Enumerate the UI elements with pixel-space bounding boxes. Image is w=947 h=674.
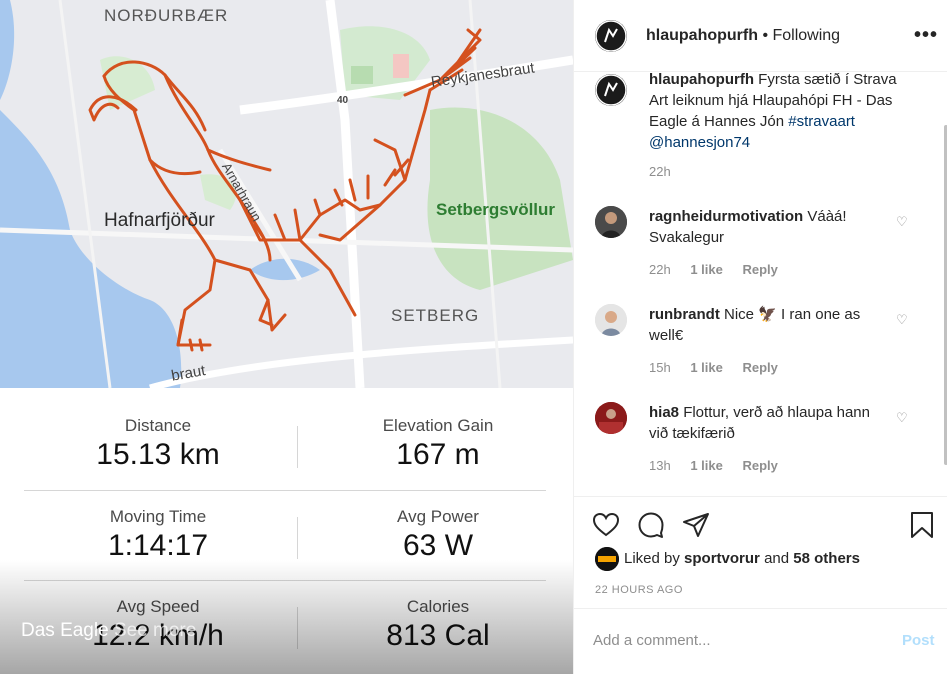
comment-likes[interactable]: 1 like <box>690 360 723 375</box>
stat-label: Avg Speed <box>116 597 200 616</box>
heart-icon[interactable] <box>592 511 620 539</box>
liked-by-user[interactable]: sportvorur <box>684 550 760 567</box>
reply-button[interactable]: Reply <box>742 360 777 375</box>
avatar[interactable] <box>595 547 619 571</box>
stat-label: Calories <box>406 597 470 616</box>
comment-time: 15h <box>649 360 671 375</box>
post-button[interactable]: Post <box>902 632 935 649</box>
caption-time: 22h <box>649 164 671 179</box>
header-user: hlaupahopurfh • Following <box>646 27 840 45</box>
map-label-road-40: 40 <box>337 95 349 106</box>
stat-value: 63 W <box>402 529 474 562</box>
route-map: NORÐURBÆR Hafnarfjörður Setbergsvöllur S… <box>0 0 573 388</box>
comment-meta: 22h 1 like Reply <box>649 262 794 277</box>
heart-icon[interactable]: ♡ <box>896 214 908 230</box>
comment-input[interactable]: Add a comment... <box>593 632 711 649</box>
hlaupahopur-logo-icon <box>595 20 627 52</box>
comment-meta: 13h 1 like Reply <box>649 458 794 473</box>
eagle-emoji-icon: 🦅 <box>758 306 777 323</box>
map-label-setberg: SETBERG <box>391 306 480 325</box>
stat-value: 1:14:17 <box>107 529 209 562</box>
stat-label: Moving Time <box>109 507 207 526</box>
comment-likes[interactable]: 1 like <box>690 262 723 277</box>
bookmark-icon[interactable] <box>908 511 936 539</box>
header-dot: • <box>762 27 773 44</box>
map-label-setbergsvollur: Setbergsvöllur <box>436 200 556 219</box>
post-actions: Liked by sportvorur and 58 others 22 HOU… <box>574 496 947 608</box>
likes-text: Liked by sportvorur and 58 others <box>624 550 860 567</box>
stat-avg-power: Avg Power 63 W <box>303 507 573 563</box>
mention-link[interactable]: @hannesjon74 <box>649 134 750 151</box>
user-photo-icon <box>595 206 627 238</box>
post-timestamp[interactable]: 22 HOURS AGO <box>595 584 683 596</box>
hashtag-link[interactable]: #stravaart <box>788 113 855 130</box>
divider <box>297 517 298 559</box>
divider <box>297 426 298 468</box>
divider <box>297 607 298 649</box>
comment-likes[interactable]: 1 like <box>690 458 723 473</box>
post-sidebar: hlaupahopurfh • Following ••• hlaupahopu… <box>573 0 947 674</box>
stat-calories: Calories 813 Cal <box>303 597 573 653</box>
user-photo-icon <box>595 402 627 434</box>
add-comment-bar: Add a comment... Post <box>574 608 947 674</box>
stat-distance: Distance 15.13 km <box>23 416 293 472</box>
reply-button[interactable]: Reply <box>742 262 777 277</box>
avatar[interactable] <box>595 206 627 238</box>
likes-and: and <box>764 550 790 567</box>
comment-username[interactable]: ragnheidurmotivation <box>649 208 803 225</box>
avatar[interactable] <box>595 402 627 434</box>
caption-meta: 22h <box>649 164 687 179</box>
likes-prefix: Liked by <box>624 550 680 567</box>
divider <box>24 490 546 491</box>
comment-time: 22h <box>649 262 671 277</box>
stat-moving-time: Moving Time 1:14:17 <box>23 507 293 563</box>
post-header: hlaupahopurfh • Following ••• <box>574 0 947 72</box>
comment-text: Flottur, verð að hlaupa hann við tækifær… <box>649 404 870 442</box>
comment-icon[interactable] <box>637 511 665 539</box>
heart-icon[interactable]: ♡ <box>896 312 908 328</box>
heart-icon[interactable]: ♡ <box>896 410 908 426</box>
comment-body: ragnheidurmotivation Váàá! Svakalegur <box>649 206 889 248</box>
map-graphic <box>0 0 573 388</box>
liked-by-others[interactable]: 58 others <box>793 550 860 567</box>
comments-list[interactable]: hlaupahopurfh Fyrsta sætið í Strava Art … <box>574 72 947 495</box>
reply-button[interactable]: Reply <box>742 458 777 473</box>
media-caption[interactable]: Das Eagle See more <box>21 620 196 642</box>
comment-username[interactable]: runbrandt <box>649 306 720 323</box>
comment-body: runbrandt Nice 🦅 I ran one as well€ <box>649 304 889 346</box>
stat-label: Elevation Gain <box>382 416 494 435</box>
user-photo-icon <box>595 304 627 336</box>
stat-label: Distance <box>124 416 192 435</box>
caption-body: hlaupahopurfh Fyrsta sætið í Strava Art … <box>649 72 909 153</box>
more-icon[interactable]: ••• <box>914 24 938 47</box>
comment-meta: 15h 1 like Reply <box>649 360 794 375</box>
avatar[interactable] <box>595 20 627 52</box>
avatar[interactable] <box>595 304 627 336</box>
stat-value: 813 Cal <box>386 619 490 652</box>
avatar[interactable] <box>595 74 627 106</box>
see-more-link[interactable]: See more <box>114 620 196 641</box>
map-label-nordurbaer: NORÐURBÆR <box>104 6 229 25</box>
stat-label: Avg Power <box>397 507 479 526</box>
hlaupahopur-logo-icon <box>595 74 627 106</box>
comment-body: hia8 Flottur, verð að hlaupa hann við tæ… <box>649 402 889 444</box>
stat-value: 15.13 km <box>96 438 220 471</box>
comment-text: Nice <box>724 306 755 323</box>
header-username[interactable]: hlaupahopurfh <box>646 27 758 44</box>
media-caption-text: Das Eagle <box>21 620 109 641</box>
stat-elevation-gain: Elevation Gain 167 m <box>303 416 573 472</box>
divider <box>24 580 546 581</box>
sportvorur-logo-icon <box>595 547 619 571</box>
follow-status-button[interactable]: Following <box>772 27 840 44</box>
stat-value: 167 m <box>396 438 480 471</box>
post-media[interactable]: NORÐURBÆR Hafnarfjörður Setbergsvöllur S… <box>0 0 573 674</box>
map-label-hafnarfjordur: Hafnarfjörður <box>104 210 215 231</box>
comment-username[interactable]: hia8 <box>649 404 679 421</box>
comment-time: 13h <box>649 458 671 473</box>
caption-username[interactable]: hlaupahopurfh <box>649 72 754 88</box>
share-icon[interactable] <box>682 511 710 539</box>
